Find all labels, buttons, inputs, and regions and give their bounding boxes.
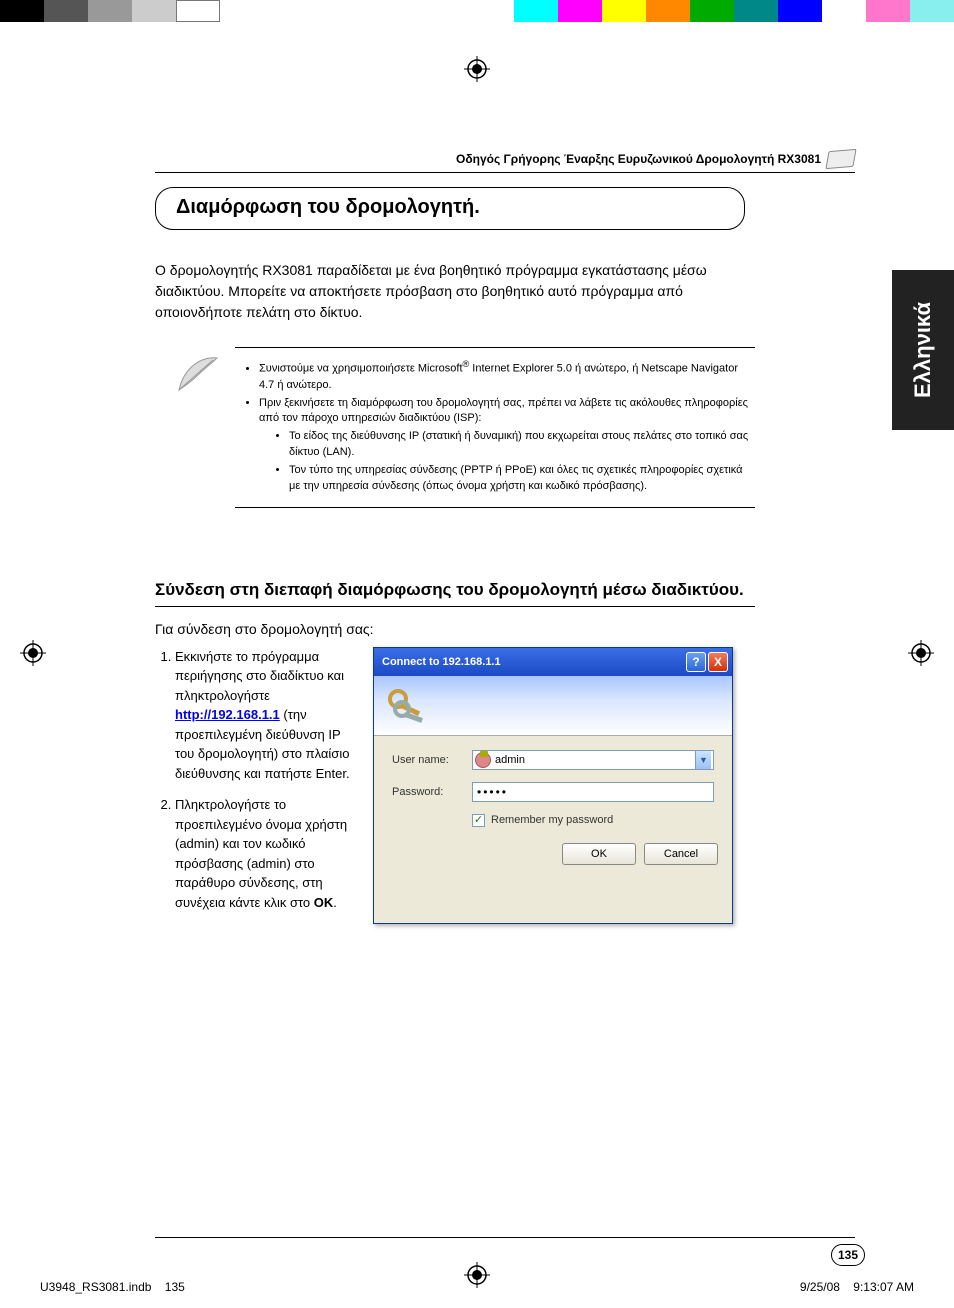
login-dialog: Connect to 192.168.1.1 ? X User name: ad… [373,647,733,925]
print-colorbar-right [514,0,954,22]
close-button[interactable]: X [708,652,728,672]
chevron-down-icon[interactable]: ▼ [695,751,711,769]
cancel-button[interactable]: Cancel [644,843,718,865]
footer-filename: U3948_RS3081.indb [40,1280,151,1294]
document-footer: U3948_RS3081.indb 135 9/25/08 9:13:07 AM [40,1280,914,1294]
footer-pagenum: 135 [165,1280,185,1294]
header-text: Οδηγός Γρήγορης Έναρξης Ευρυζωνικού Δρομ… [155,152,821,166]
checkbox-icon[interactable]: ✓ [472,814,485,827]
password-label: Password: [392,786,472,798]
registration-mark-icon [464,56,490,82]
user-icon [475,752,491,768]
username-value: admin [495,754,695,766]
keys-icon [386,685,426,725]
section-title: Διαμόρφωση του δρομολογητή. [155,187,745,230]
username-field[interactable]: admin ▼ [472,750,714,770]
intro-paragraph: Ο δρομολογητής RX3081 παραδίδεται με ένα… [155,260,755,323]
connect-intro: Για σύνδεση στο δρομολογητή σας: [155,621,855,637]
steps-list: Εκκινήστε το πρόγραμμα περιήγησης στο δι… [155,647,355,925]
note-subbullet-1: Το είδος της διεύθυνσης IP (στατική ή δυ… [289,429,755,461]
page-footer-rule: 135 [155,1237,855,1238]
step-2: Πληκτρολογήστε το προεπιλεγμένο όνομα χρ… [175,795,355,912]
subsection-title: Σύνδεση στη διεπαφή διαμόρφωσης του δρομ… [155,578,755,607]
footer-time: 9:13:07 AM [853,1280,914,1294]
password-field[interactable]: ••••• [472,782,714,802]
note-subbullet-2: Τον τύπο της υπηρεσίας σύνδεσης (PPTP ή … [289,463,755,495]
help-button[interactable]: ? [686,652,706,672]
remember-checkbox-row[interactable]: ✓ Remember my password [472,814,714,827]
registration-mark-icon [908,640,934,666]
page-header: Οδηγός Γρήγορης Έναρξης Ευρυζωνικού Δρομ… [155,150,855,173]
language-tab: Ελληνικά [892,270,954,430]
page-number: 135 [831,1244,865,1266]
step-1: Εκκινήστε το πρόγραμμα περιήγησης στο δι… [175,647,355,784]
registration-mark-icon [20,640,46,666]
note-block: Συνιστούμε να χρησιμοποιήσετε Microsoft®… [235,347,755,508]
dialog-banner [374,676,732,736]
note-bullet-2: Πριν ξεκινήσετε τη διαμόρφωση του δρομολ… [259,396,755,496]
dialog-titlebar[interactable]: Connect to 192.168.1.1 ? X [374,648,732,676]
feather-icon [175,354,219,394]
ok-button[interactable]: OK [562,843,636,865]
username-label: User name: [392,754,472,766]
footer-date: 9/25/08 [800,1280,840,1294]
dialog-title: Connect to 192.168.1.1 [382,656,684,668]
router-url-link[interactable]: http://192.168.1.1 [175,707,280,722]
print-colorbar-left [0,0,220,22]
remember-label: Remember my password [491,814,613,826]
device-icon [825,149,856,169]
language-tab-label: Ελληνικά [910,302,936,398]
note-bullet-1: Συνιστούμε να χρησιμοποιήσετε Microsoft®… [259,358,755,394]
